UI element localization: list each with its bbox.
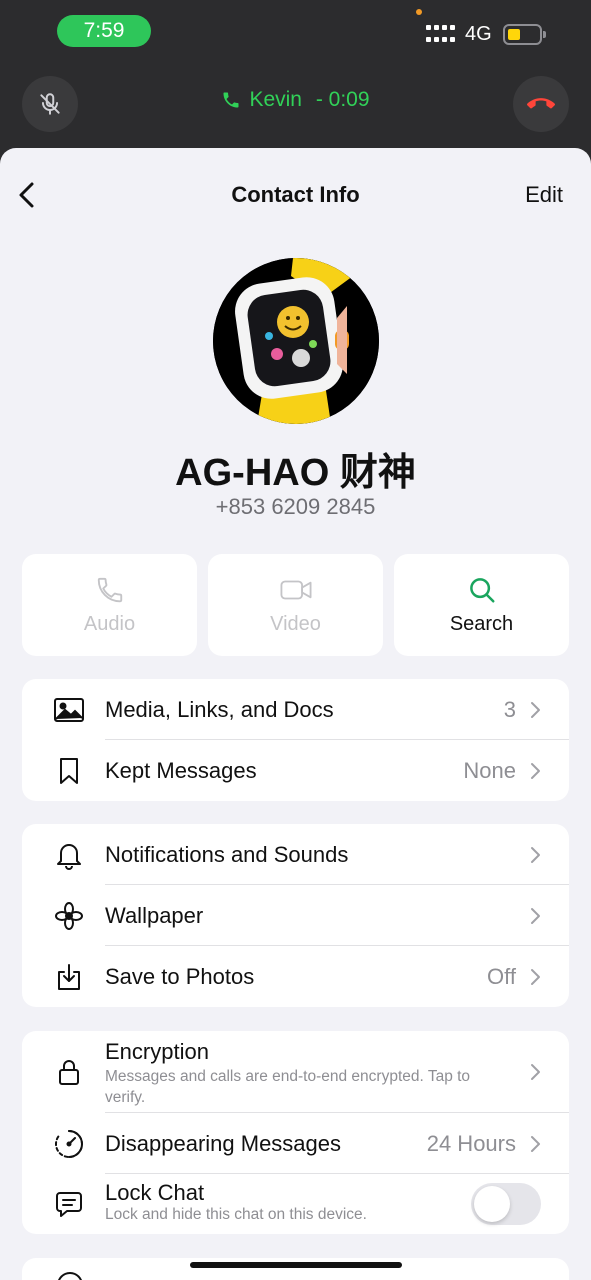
video-icon bbox=[280, 580, 311, 599]
timer-icon bbox=[52, 1127, 86, 1161]
contact-avatar[interactable] bbox=[213, 258, 379, 424]
privacy-indicator-dot bbox=[416, 9, 422, 15]
chevron-right-icon bbox=[531, 968, 540, 985]
media-links-docs-row[interactable]: Media, Links, and Docs 3 bbox=[22, 679, 569, 740]
search-icon bbox=[469, 577, 494, 602]
search-button[interactable]: Search bbox=[394, 554, 569, 656]
row-title: Notifications and Sounds bbox=[105, 841, 349, 867]
quick-actions: Audio Video Search bbox=[22, 554, 569, 656]
status-time[interactable]: 7:59 bbox=[57, 15, 151, 47]
chevron-right-icon bbox=[531, 762, 540, 779]
toggle-knob bbox=[474, 1186, 510, 1222]
lock-chat-toggle[interactable] bbox=[471, 1183, 541, 1225]
search-label: Search bbox=[449, 612, 514, 635]
contact-info-sheet: Contact Info Edit AG-HAO 财神 +853 6209 28… bbox=[0, 148, 591, 1280]
lock-chat-row: Lock Chat Lock and hide this chat on thi… bbox=[22, 1174, 569, 1234]
flower-icon bbox=[52, 899, 86, 933]
lock-icon bbox=[52, 1055, 86, 1089]
row-title: Kept Messages bbox=[105, 757, 257, 783]
chevron-right-icon bbox=[531, 846, 540, 863]
bell-icon bbox=[52, 838, 86, 872]
call-separator: - bbox=[309, 88, 329, 111]
kept-messages-value: None bbox=[463, 757, 516, 783]
encryption-row[interactable]: Encryption Messages and calls are end-to… bbox=[22, 1031, 569, 1113]
save-to-photos-value: Off bbox=[487, 963, 516, 989]
media-count: 3 bbox=[503, 696, 516, 722]
phone-icon bbox=[223, 92, 239, 108]
caller-name: Kevin bbox=[249, 88, 302, 111]
chevron-right-icon bbox=[531, 1135, 540, 1152]
info-icon bbox=[58, 1272, 82, 1280]
status-bar: 7:59 4G bbox=[0, 0, 591, 62]
row-title: Wallpaper bbox=[105, 902, 204, 928]
phone-icon bbox=[97, 577, 122, 602]
network-type: 4G bbox=[465, 23, 492, 45]
row-title: Disappearing Messages bbox=[105, 1130, 342, 1156]
cellular-signal-icon bbox=[426, 25, 456, 45]
audio-label: Audio bbox=[83, 612, 136, 635]
chat-lock-icon bbox=[52, 1187, 86, 1221]
privacy-group: Encryption Messages and calls are end-to… bbox=[22, 1031, 569, 1234]
settings-group: Notifications and Sounds Wallpaper Save … bbox=[22, 824, 569, 1007]
video-label: Video bbox=[270, 612, 321, 635]
active-call-info[interactable]: Kevin - 0:09 bbox=[0, 88, 591, 112]
lock-chat-subtitle: Lock and hide this chat on this device. bbox=[105, 1206, 367, 1223]
save-to-photos-row[interactable]: Save to Photos Off bbox=[22, 946, 569, 1007]
battery-icon bbox=[503, 24, 546, 45]
video-call-button[interactable]: Video bbox=[208, 554, 383, 656]
audio-call-button[interactable]: Audio bbox=[22, 554, 197, 656]
chevron-right-icon bbox=[531, 1064, 540, 1080]
row-title: Media, Links, and Docs bbox=[105, 696, 334, 722]
hang-up-icon bbox=[527, 98, 555, 109]
image-icon bbox=[52, 693, 86, 727]
row-title: Save to Photos bbox=[105, 963, 255, 989]
encryption-subtitle: Messages and calls are end-to-end encryp… bbox=[105, 1068, 471, 1106]
download-icon bbox=[52, 960, 86, 994]
end-call-button[interactable] bbox=[513, 76, 569, 132]
call-duration: 0:09 bbox=[328, 88, 370, 111]
media-group: Media, Links, and Docs 3 Kept Messages N… bbox=[22, 679, 569, 801]
notifications-row[interactable]: Notifications and Sounds bbox=[22, 824, 569, 885]
chevron-right-icon bbox=[531, 701, 540, 718]
home-indicator[interactable] bbox=[190, 1262, 402, 1268]
page-title: Contact Info bbox=[231, 182, 360, 207]
edit-button[interactable]: Edit bbox=[525, 182, 563, 208]
wallpaper-row[interactable]: Wallpaper bbox=[22, 885, 569, 946]
watch-avatar-image bbox=[213, 258, 379, 424]
bookmark-icon bbox=[52, 754, 86, 788]
disappearing-value: 24 Hours bbox=[426, 1130, 516, 1156]
nav-bar: Contact Info Edit bbox=[0, 148, 591, 242]
disappearing-messages-row[interactable]: Disappearing Messages 24 Hours bbox=[22, 1113, 569, 1174]
contact-phone[interactable]: +853 6209 2845 bbox=[0, 494, 591, 520]
encryption-title: Encryption bbox=[105, 1039, 209, 1064]
kept-messages-row[interactable]: Kept Messages None bbox=[22, 740, 569, 801]
contact-name: AG-HAO 财神 bbox=[175, 452, 416, 494]
lock-chat-title: Lock Chat bbox=[105, 1180, 205, 1205]
chevron-right-icon bbox=[531, 907, 540, 924]
